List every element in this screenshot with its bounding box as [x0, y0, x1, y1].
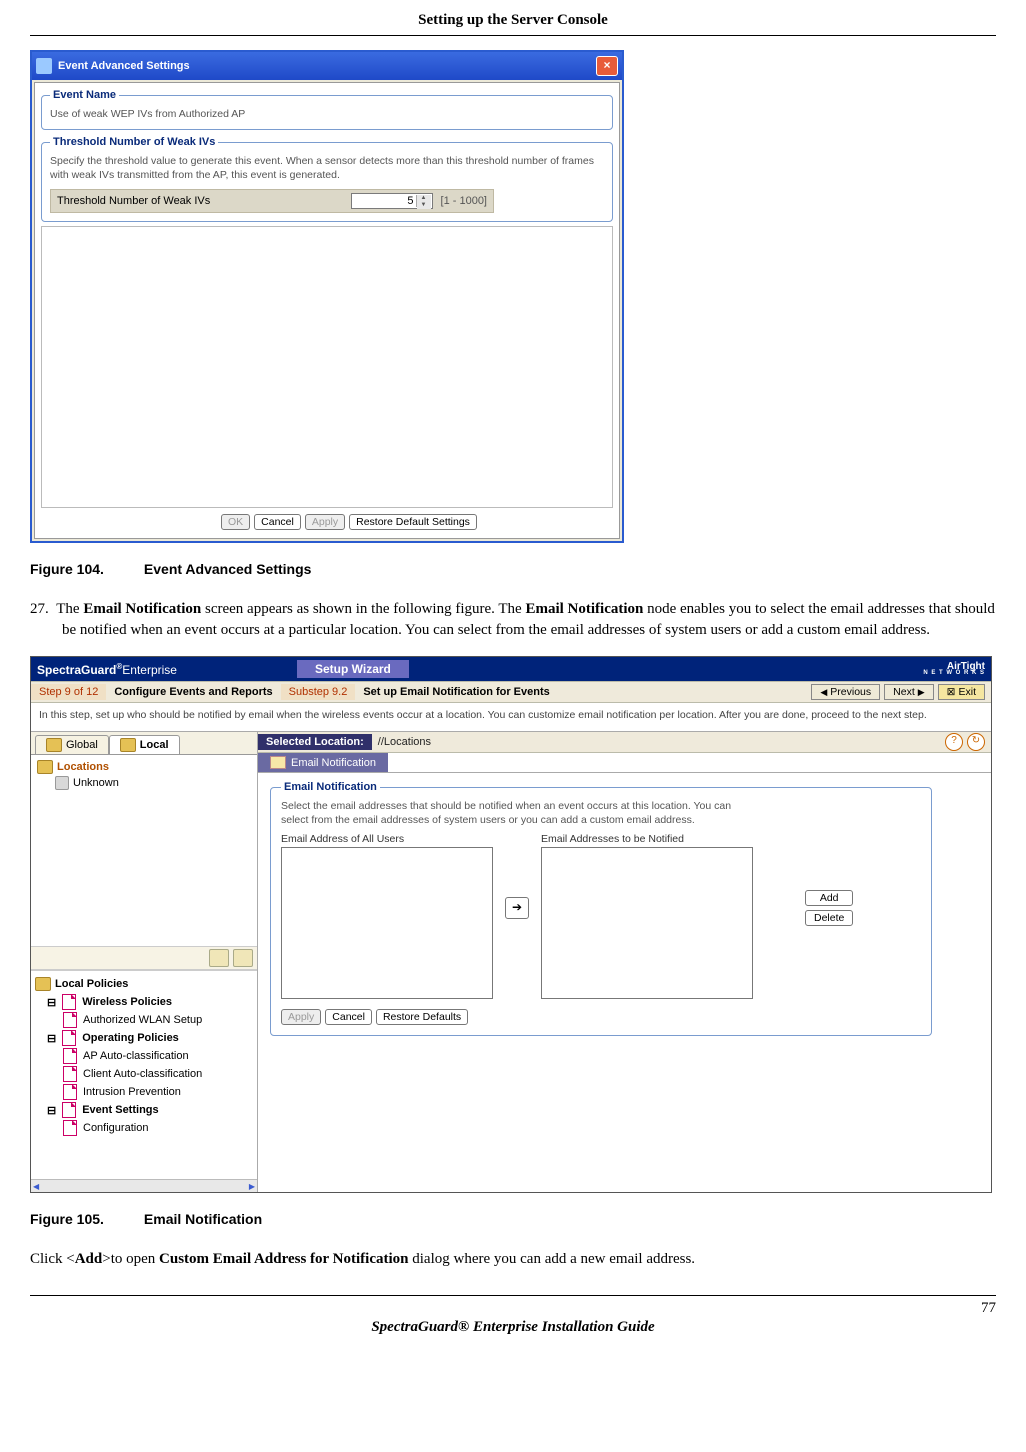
- globe-icon: [46, 738, 62, 752]
- folder-icon: [37, 760, 53, 774]
- event-name-value: Use of weak WEP IVs from Authorized AP: [50, 107, 604, 121]
- refresh-icon[interactable]: ↻: [967, 733, 985, 751]
- event-advanced-settings-dialog: Event Advanced Settings × Event Name Use…: [30, 50, 624, 543]
- policy-intrusion[interactable]: Intrusion Prevention: [83, 1086, 181, 1098]
- email-notification-desc: Select the email addresses that should b…: [281, 799, 761, 827]
- dialog-empty-area: [41, 226, 613, 508]
- email-notification-panel: Email Notification Select the email addr…: [270, 781, 932, 1036]
- step-number: 27.: [30, 601, 49, 617]
- figure-104-label: Figure 104.: [30, 561, 104, 577]
- dialog-title: Event Advanced Settings: [58, 60, 190, 72]
- figure-104-caption: Figure 104. Event Advanced Settings: [30, 561, 996, 577]
- setup-wizard-window: SpectraGuard®Enterprise Setup Wizard Air…: [30, 656, 992, 1193]
- toolbar-icon-1[interactable]: [209, 949, 229, 967]
- delete-button[interactable]: Delete: [805, 910, 853, 926]
- step-title: Configure Events and Reports: [106, 684, 280, 700]
- tab-global[interactable]: Global: [35, 735, 109, 754]
- threshold-legend: Threshold Number of Weak IVs: [50, 136, 218, 148]
- figure-105-label: Figure 105.: [30, 1211, 104, 1227]
- restore-defaults-button[interactable]: Restore Defaults: [376, 1009, 468, 1025]
- brand-left: SpectraGuard®Enterprise: [37, 662, 177, 677]
- spinner-up-icon[interactable]: ▲: [417, 195, 431, 202]
- tab-local[interactable]: Local: [109, 735, 180, 754]
- policy-client-auto[interactable]: Client Auto-classification: [83, 1068, 202, 1080]
- event-name-group: Event Name Use of weak WEP IVs from Auth…: [41, 89, 613, 130]
- help-icon[interactable]: ?: [945, 733, 963, 751]
- threshold-spinner[interactable]: 5 ▲▼: [351, 193, 433, 209]
- notified-listbox[interactable]: [541, 847, 753, 999]
- all-users-label: Email Address of All Users: [281, 833, 493, 847]
- apply-button[interactable]: Apply: [305, 514, 345, 530]
- folder-icon: [120, 738, 136, 752]
- threshold-range: [1 - 1000]: [441, 195, 487, 207]
- policy-icon: [63, 1066, 77, 1082]
- restore-defaults-button[interactable]: Restore Default Settings: [349, 514, 477, 530]
- policy-group-icon: [62, 1030, 76, 1046]
- click-add-text: Click <Add>to open Custom Email Address …: [30, 1249, 996, 1271]
- substep-label: Substep 9.2: [281, 684, 356, 700]
- folder-icon: [35, 977, 51, 991]
- figure-105-title: Email Notification: [144, 1211, 262, 1227]
- ok-button[interactable]: OK: [221, 514, 250, 530]
- page-header: Setting up the Server Console: [30, 12, 996, 36]
- selected-location-label: Selected Location:: [258, 734, 372, 750]
- cancel-button[interactable]: Cancel: [325, 1009, 372, 1025]
- tree-item-unknown[interactable]: Unknown: [73, 777, 119, 789]
- add-button[interactable]: Add: [805, 890, 853, 906]
- policy-icon: [63, 1048, 77, 1064]
- policy-configuration[interactable]: Configuration: [83, 1122, 148, 1134]
- previous-button[interactable]: ◀Previous: [811, 684, 880, 700]
- email-notification-legend: Email Notification: [281, 781, 380, 793]
- titlebar[interactable]: Event Advanced Settings ×: [32, 52, 622, 80]
- node-icon: [55, 776, 69, 790]
- selected-location-path: //Locations: [372, 736, 437, 748]
- setup-wizard-tab: Setup Wizard: [297, 660, 409, 678]
- threshold-field-label: Threshold Number of Weak IVs: [57, 195, 343, 207]
- figure-105-caption: Figure 105. Email Notification: [30, 1211, 996, 1227]
- step-label: Step 9 of 12: [31, 684, 106, 700]
- envelope-icon: [270, 756, 286, 769]
- policy-icon: [63, 1120, 77, 1136]
- threshold-group: Threshold Number of Weak IVs Specify the…: [41, 136, 613, 221]
- toolbar-icon-2[interactable]: [233, 949, 253, 967]
- event-name-legend: Event Name: [50, 89, 119, 101]
- step-27-text: 27. The Email Notification screen appear…: [30, 599, 996, 643]
- all-users-listbox[interactable]: [281, 847, 493, 999]
- apply-button[interactable]: Apply: [281, 1009, 321, 1025]
- email-notification-tab[interactable]: Email Notification: [258, 753, 388, 772]
- horizontal-scrollbar[interactable]: ◀▶: [31, 1179, 257, 1192]
- next-button[interactable]: Next▶: [884, 684, 934, 700]
- cancel-button[interactable]: Cancel: [254, 514, 301, 530]
- threshold-value: 5: [407, 195, 413, 207]
- figure-104-title: Event Advanced Settings: [144, 561, 312, 577]
- policy-authorized-wlan[interactable]: Authorized WLAN Setup: [83, 1014, 202, 1026]
- spinner-down-icon[interactable]: ▼: [417, 202, 431, 209]
- policy-group-icon: [62, 1102, 76, 1118]
- exit-button[interactable]: ⊠Exit: [938, 684, 985, 700]
- wizard-step-description: In this step, set up who should be notif…: [31, 703, 991, 732]
- page-number: 77: [981, 1300, 996, 1317]
- tree-root[interactable]: Locations: [57, 761, 109, 773]
- close-icon[interactable]: ×: [596, 56, 618, 76]
- notified-label: Email Addresses to be Notified: [541, 833, 753, 847]
- policy-ap-auto[interactable]: AP Auto-classification: [83, 1050, 189, 1062]
- app-icon: [36, 58, 52, 74]
- move-right-button[interactable]: ➔: [505, 897, 529, 919]
- policy-group-icon: [62, 994, 76, 1010]
- footer-title: SpectraGuard® Enterprise Installation Gu…: [30, 1319, 996, 1336]
- policy-icon: [63, 1012, 77, 1028]
- locations-tree[interactable]: Locations Unknown: [31, 755, 257, 946]
- threshold-desc: Specify the threshold value to generate …: [50, 154, 604, 182]
- brand-right: AirTight N E T W O R K S: [923, 662, 985, 676]
- policies-tree[interactable]: Local Policies ⊟Wireless Policies Author…: [31, 970, 257, 1179]
- policy-icon: [63, 1084, 77, 1100]
- substep-title: Set up Email Notification for Events: [355, 684, 557, 700]
- wizard-brandbar: SpectraGuard®Enterprise Setup Wizard Air…: [31, 657, 991, 681]
